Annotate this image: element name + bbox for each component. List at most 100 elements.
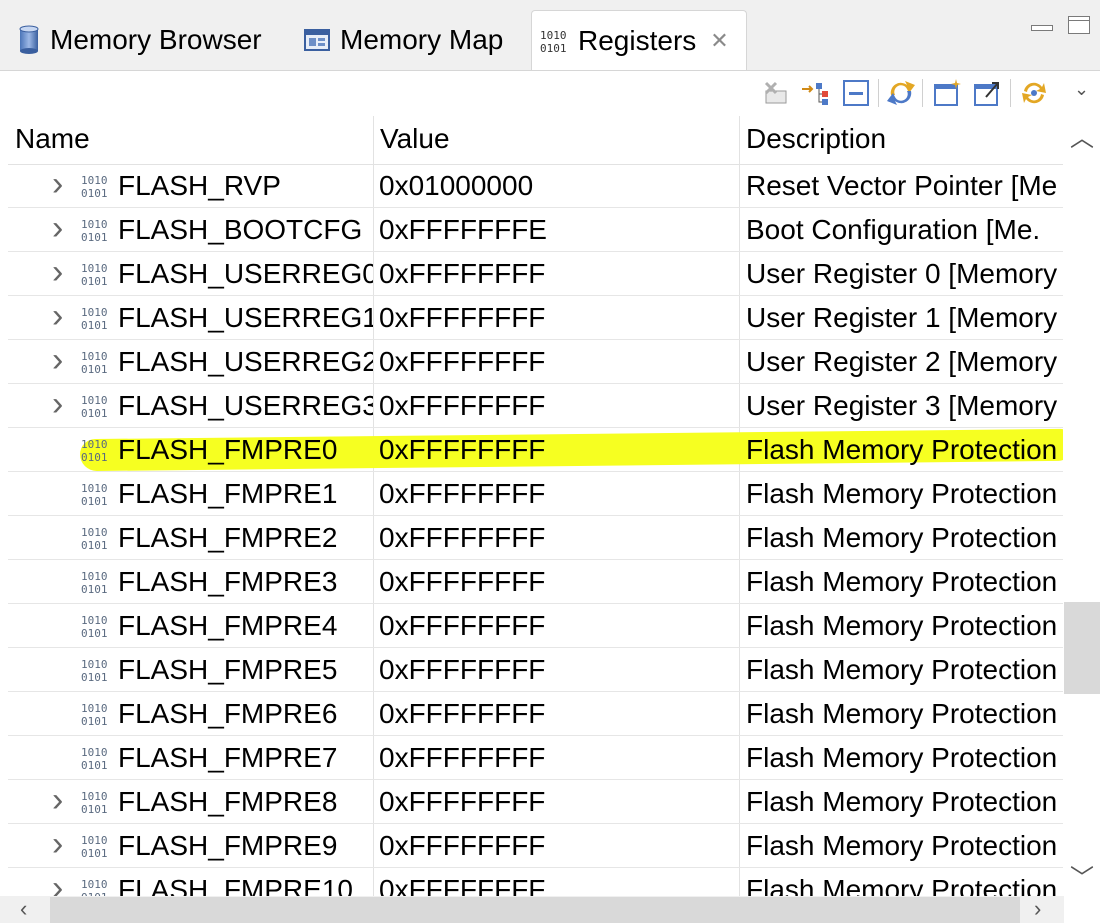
- table-row[interactable]: › 1010 0101 FLASH_RVP 0x01000000 Reset Vector…: [8, 164, 1063, 208]
- chevron-right-icon[interactable]: ›: [52, 384, 63, 428]
- collapse-all-icon[interactable]: [800, 77, 832, 109]
- register-value[interactable]: 0xFFFFFFFF: [379, 648, 739, 692]
- chevron-right-icon[interactable]: ›: [52, 780, 63, 824]
- table-row[interactable]: › 1010 0101 FLASH_USERREG3 0xFFFFFFFF User Re…: [8, 384, 1063, 428]
- tab-memory-browser[interactable]: Memory Browser: [18, 10, 262, 70]
- svg-text:0101: 0101: [81, 759, 108, 772]
- sync-icon[interactable]: [1018, 77, 1050, 109]
- register-icon: 10100101: [81, 436, 115, 464]
- register-description: Flash Memory Protection: [746, 610, 1058, 641]
- scroll-left-icon[interactable]: ‹: [20, 896, 27, 922]
- chevron-right-icon[interactable]: ›: [52, 164, 63, 208]
- svg-text:1010: 1010: [81, 746, 108, 759]
- register-value[interactable]: 0xFFFFFFFF: [379, 736, 739, 780]
- register-name: FLASH_BOOTCFG: [118, 214, 363, 245]
- register-value[interactable]: 0xFFFFFFFF: [379, 824, 739, 868]
- register-name: FLASH_RVP: [118, 170, 281, 201]
- column-header-value[interactable]: Value: [373, 116, 739, 164]
- registers-toolbar: ⌄: [0, 71, 1100, 115]
- register-value[interactable]: 0xFFFFFFFF: [379, 384, 739, 428]
- svg-text:0101: 0101: [81, 363, 108, 376]
- maximize-view-button[interactable]: [1068, 16, 1090, 34]
- register-icon: 10100101: [81, 172, 115, 200]
- horizontal-scroll-thumb[interactable]: [50, 897, 1020, 923]
- table-row[interactable]: 1010 0101 FLASH_FMPRE7 0xFFFFFFFF Flash Memo…: [8, 736, 1063, 780]
- svg-text:1010: 1010: [540, 29, 567, 42]
- register-description: Flash Memory Protection: [746, 742, 1058, 773]
- new-group-icon[interactable]: [932, 77, 964, 109]
- register-icon: 10100101: [81, 480, 115, 508]
- register-description: User Register 0 [Memory: [746, 258, 1058, 289]
- register-name: FLASH_USERREG0: [118, 258, 373, 289]
- memory-map-icon: [304, 28, 330, 52]
- register-icon: 10100101: [81, 612, 115, 640]
- register-icon: 10100101: [81, 700, 115, 728]
- column-header-name[interactable]: Name: [8, 116, 373, 164]
- register-value[interactable]: 0xFFFFFFFF: [379, 780, 739, 824]
- register-value[interactable]: 0xFFFFFFFE: [379, 208, 739, 252]
- table-row[interactable]: 1010 0101 FLASH_FMPRE2 0xFFFFFFFF Flash Memo…: [8, 516, 1063, 560]
- register-value[interactable]: 0xFFFFFFFF: [379, 868, 739, 896]
- register-value[interactable]: 0xFFFFFFFF: [379, 516, 739, 560]
- vertical-scroll-thumb[interactable]: [1064, 602, 1100, 694]
- svg-text:1010: 1010: [81, 526, 108, 539]
- svg-text:1010: 1010: [81, 702, 108, 715]
- register-value[interactable]: 0x01000000: [379, 164, 739, 208]
- svg-text:0101: 0101: [81, 187, 108, 200]
- view-menu-icon[interactable]: ⌄: [1074, 79, 1089, 100]
- close-icon[interactable]: ✕: [710, 28, 728, 54]
- export-icon[interactable]: [972, 77, 1004, 109]
- tab-memory-map[interactable]: Memory Map: [304, 10, 503, 70]
- chevron-right-icon[interactable]: ›: [52, 824, 63, 868]
- register-value[interactable]: 0xFFFFFFFF: [379, 604, 739, 648]
- table-row[interactable]: 1010 0101 FLASH_FMPRE4 0xFFFFFFFF Flash Memo…: [8, 604, 1063, 648]
- svg-text:1010: 1010: [81, 394, 108, 407]
- register-value[interactable]: 0xFFFFFFFF: [379, 692, 739, 736]
- register-value[interactable]: 0xFFFFFFFF: [379, 560, 739, 604]
- register-value[interactable]: 0xFFFFFFFF: [379, 252, 739, 296]
- scroll-right-icon[interactable]: ›: [1034, 896, 1041, 922]
- column-header-description[interactable]: Description: [739, 116, 1063, 164]
- chevron-right-icon[interactable]: ›: [52, 252, 63, 296]
- chevron-right-icon[interactable]: ›: [52, 296, 63, 340]
- view-tab-bar: Memory Browser Memory Map 1010 0101 Regi…: [0, 0, 1100, 71]
- table-row[interactable]: 1010 0101 FLASH_FMPRE1 0xFFFFFFFF Flash Memo…: [8, 472, 1063, 516]
- scroll-up-icon[interactable]: ︿: [1070, 118, 1094, 153]
- table-row[interactable]: › 1010 0101 FLASH_USERREG2 0xFFFFFFFF User Re…: [8, 340, 1063, 384]
- table-row[interactable]: 1010 0101 FLASH_FMPRE0 0xFFFFFFFF Flash Memo…: [8, 428, 1063, 472]
- register-icon: 10100101: [81, 304, 115, 332]
- refresh-icon[interactable]: [885, 77, 917, 109]
- svg-text:1010: 1010: [81, 262, 108, 275]
- remove-register-icon[interactable]: [760, 77, 792, 109]
- scroll-down-icon[interactable]: ﹀: [1070, 858, 1094, 893]
- table-row[interactable]: 1010 0101 FLASH_FMPRE3 0xFFFFFFFF Flash Memo…: [8, 560, 1063, 604]
- tab-registers[interactable]: 1010 0101 Registers ✕: [531, 10, 747, 70]
- register-name: FLASH_FMPRE3: [118, 566, 338, 597]
- chevron-right-icon[interactable]: ›: [52, 208, 63, 252]
- minimize-icon[interactable]: [840, 77, 872, 109]
- register-value[interactable]: 0xFFFFFFFF: [379, 472, 739, 516]
- table-row[interactable]: › 1010 0101 FLASH_USERREG1 0xFFFFFFFF User Re…: [8, 296, 1063, 340]
- svg-text:1010: 1010: [81, 306, 108, 319]
- register-icon: 10100101: [81, 832, 115, 860]
- register-value[interactable]: 0xFFFFFFFF: [379, 428, 739, 472]
- vertical-scrollbar[interactable]: [1064, 116, 1100, 896]
- table-row[interactable]: › 10100101FLASH_FMPRE10 0xFFFFFFFF Flash Me…: [8, 868, 1063, 896]
- chevron-right-icon[interactable]: ›: [52, 340, 63, 384]
- register-value[interactable]: 0xFFFFFFFF: [379, 296, 739, 340]
- table-row[interactable]: › 1010 0101 FLASH_FMPRE8 0xFFFFFFFF Flash Mem…: [8, 780, 1063, 824]
- table-row[interactable]: 1010 0101 FLASH_FMPRE6 0xFFFFFFFF Flash Memo…: [8, 692, 1063, 736]
- table-row[interactable]: › 1010 0101 FLASH_BOOTCFG 0xFFFFFFFE Boot Con…: [8, 208, 1063, 252]
- tab-label: Memory Map: [340, 24, 504, 55]
- table-row[interactable]: › 1010 0101 FLASH_FMPRE9 0xFFFFFFFF Flash Mem…: [8, 824, 1063, 868]
- chevron-right-icon[interactable]: ›: [52, 868, 63, 896]
- register-icon: 10100101: [81, 392, 115, 420]
- register-name: FLASH_USERREG1: [118, 302, 373, 333]
- minimize-view-button[interactable]: [1031, 25, 1053, 31]
- svg-text:0101: 0101: [81, 847, 108, 860]
- table-row[interactable]: › 1010 0101 FLASH_USERREG0 0xFFFFFFFF User Re…: [8, 252, 1063, 296]
- toolbar-separator: [922, 79, 923, 107]
- register-name: FLASH_FMPRE7: [118, 742, 338, 773]
- register-value[interactable]: 0xFFFFFFFF: [379, 340, 739, 384]
- table-row[interactable]: 1010 0101 FLASH_FMPRE5 0xFFFFFFFF Flash Memo…: [8, 648, 1063, 692]
